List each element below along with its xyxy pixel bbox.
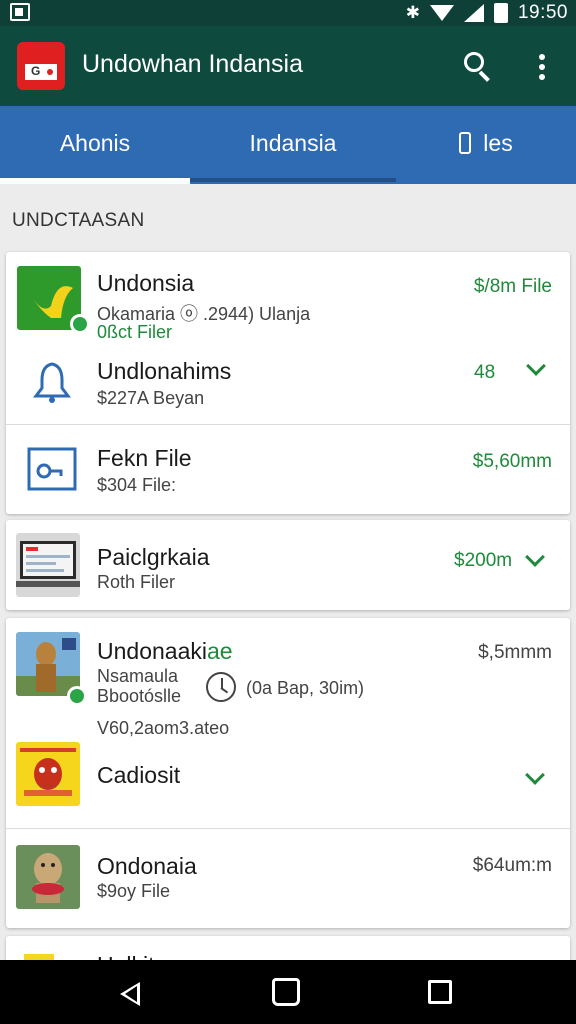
item-meta: $,5mmm: [478, 642, 552, 663]
item-subtitle: Nsamaula: [97, 666, 179, 686]
verified-badge: [70, 314, 90, 334]
item-title-accent: ae: [206, 638, 233, 664]
wifi-icon: [429, 5, 454, 21]
battery-icon: [493, 3, 508, 23]
item-subtitle: $304 File:: [97, 475, 177, 495]
bell-icon: [33, 362, 71, 403]
item-subtitle: $9oy File: [97, 881, 171, 901]
item-meta: 48: [474, 362, 496, 383]
status-bar: ✱ 19:50: [0, 0, 576, 26]
item-subtitle: Roth Filer: [97, 572, 176, 592]
tab-ahonis[interactable]: Ahonis: [0, 130, 190, 157]
list-item[interactable]: Undonaakiae Nsamaula Bbootóslle (0a Bap,…: [6, 618, 570, 738]
search-icon[interactable]: [462, 50, 492, 82]
signal-icon: [463, 4, 484, 22]
clock-icon: [206, 672, 236, 702]
item-subtitle-2: Bbootóslle: [97, 686, 182, 706]
item-extra: 0ßct Filer: [97, 322, 173, 342]
bluetooth-icon: ✱: [405, 3, 420, 22]
item-meta: $5,60mm: [472, 451, 552, 472]
tab-les[interactable]: les: [396, 130, 576, 157]
statue-thumbnail: [16, 632, 80, 696]
chevron-down-icon[interactable]: [526, 356, 546, 376]
card-group-2: Paiclgrkaia Roth Filer $200m: [6, 520, 570, 610]
mask-icon: [20, 748, 76, 796]
photo-notification-icon: [10, 3, 30, 21]
lock-icon: [459, 132, 472, 154]
more-vert-icon[interactable]: [538, 54, 546, 80]
item-title: Cadiosit: [97, 762, 181, 788]
llama-icon: [32, 853, 64, 903]
item-meta: $200m: [454, 550, 513, 571]
tab-indansia[interactable]: Indansia: [190, 130, 396, 157]
card-group-1: Undonsia Okamaria ⓞ .2944) Ulanja 0ßct F…: [6, 252, 570, 514]
back-icon[interactable]: [120, 982, 140, 1006]
llama-thumbnail: [16, 845, 80, 909]
item-detail: (0a Bap, 30im): [246, 678, 365, 698]
item-title: Paiclgrkaia: [97, 544, 210, 570]
section-label: UNDCTAASAN: [12, 210, 145, 231]
item-meta: $64um:m: [472, 855, 552, 876]
card-group-3: Undonaakiae Nsamaula Bbootóslle (0a Bap,…: [6, 618, 570, 928]
status-time: 19:50: [517, 2, 568, 23]
tab-bar: Ahonis Indansia les: [0, 106, 576, 184]
statue-icon: [16, 638, 80, 696]
item-title: Fekn File: [97, 445, 192, 471]
list-item[interactable]: Cadiosit: [6, 734, 570, 828]
list-item[interactable]: Undonsia Okamaria ⓞ .2944) Ulanja 0ßct F…: [6, 252, 570, 344]
list-item[interactable]: Paiclgrkaia Roth Filer $200m: [6, 520, 570, 610]
recents-icon[interactable]: [428, 980, 452, 1004]
navigation-bar: [0, 960, 576, 1024]
item-meta: $/8m File: [473, 276, 552, 297]
tab-les-label: les: [483, 130, 513, 156]
item-title: Undlonahims: [97, 358, 232, 384]
item-title: Undonsia: [97, 270, 195, 296]
chevron-down-icon[interactable]: [525, 765, 545, 785]
laptop-thumbnail: [16, 533, 80, 597]
app-title: Undowhan Indansia: [82, 50, 303, 78]
item-title-text: Undonaaki: [97, 638, 207, 664]
tab-indicator: [0, 178, 190, 184]
list-item[interactable]: Fekn File $304 File: $5,60mm: [6, 425, 570, 514]
item-subtitle: $227A Beyan: [97, 388, 205, 408]
app-bar: G Undowhan Indansia: [0, 26, 576, 106]
chevron-down-icon[interactable]: [525, 547, 545, 567]
list-item[interactable]: Undlonahims $227A Beyan 48: [6, 346, 570, 424]
app-logo: G: [17, 42, 65, 90]
tab-indicator-secondary: [190, 178, 396, 182]
list-item[interactable]: Ondonaia $9oy File $64um:m: [6, 829, 570, 928]
laptop-icon: [16, 541, 80, 587]
item-title: Undonaakiae: [97, 638, 233, 665]
home-icon[interactable]: [272, 978, 300, 1006]
mask-thumbnail: [16, 742, 80, 806]
item-title: Ondonaia: [97, 853, 197, 879]
file-key-icon: [27, 447, 77, 491]
verified-badge: [67, 686, 87, 706]
